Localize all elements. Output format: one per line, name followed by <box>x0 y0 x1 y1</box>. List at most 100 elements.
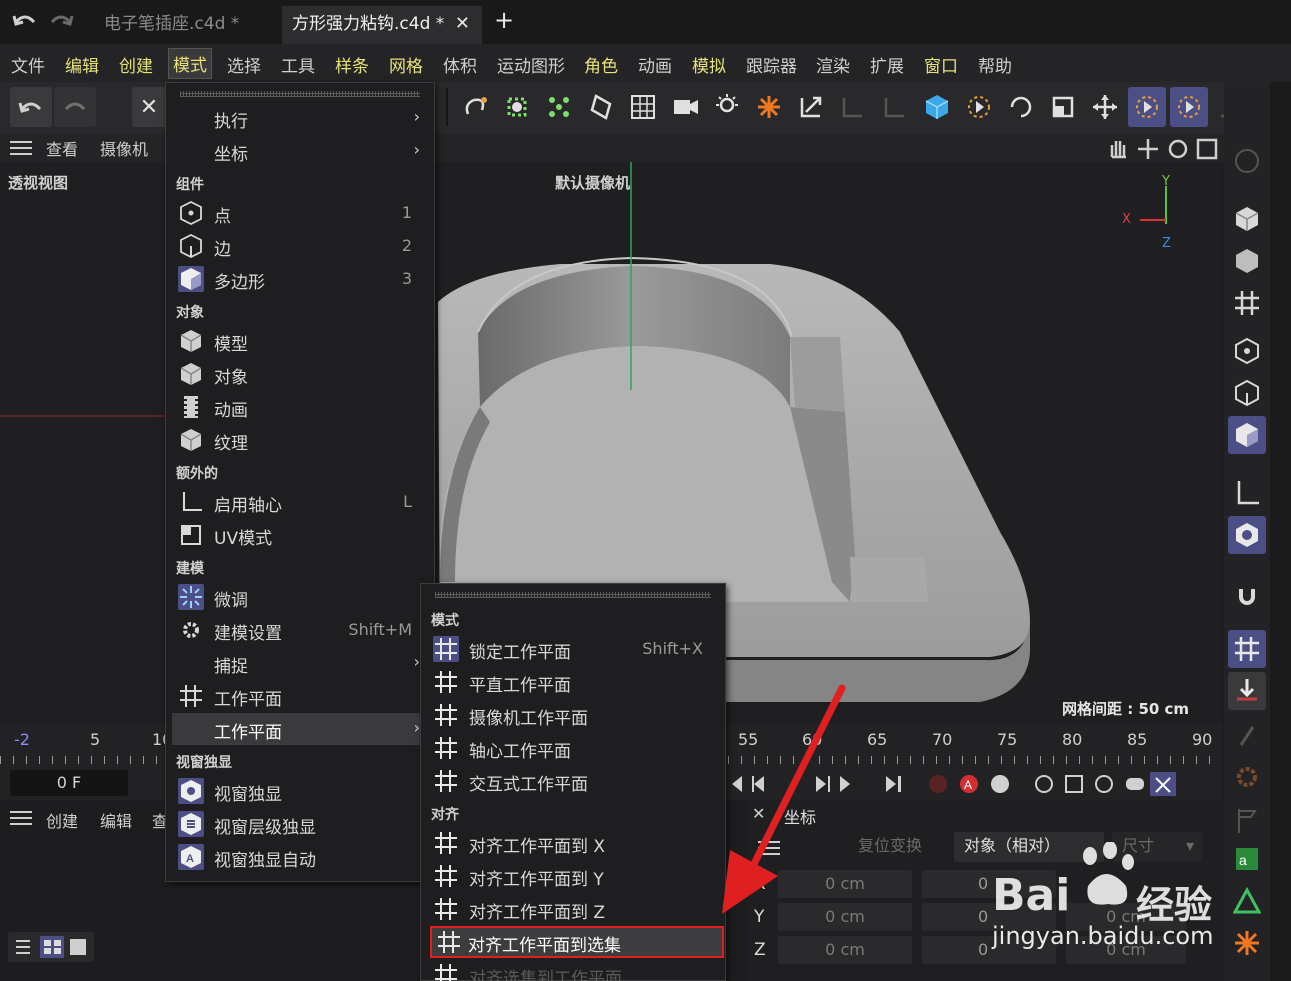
align-workplane-to-selection-highlight[interactable]: 对齐工作平面到选集 <box>430 926 724 958</box>
menu-select[interactable]: 选择 <box>227 52 261 77</box>
menu-item-5[interactable]: 多边形 3 <box>172 263 428 295</box>
undo-button[interactable] <box>10 87 52 127</box>
current-frame-field[interactable]: 0 F <box>10 770 128 796</box>
menu-tools[interactable]: 工具 <box>281 52 315 77</box>
menu-item-8[interactable]: 对象 <box>172 358 428 390</box>
menu-file[interactable]: 文件 <box>11 52 45 77</box>
menu-mode[interactable]: 模式 <box>168 48 212 79</box>
menu-item-0[interactable]: 执行 › <box>172 102 428 134</box>
script-button[interactable]: a <box>1228 840 1266 878</box>
viewport-menu-camera[interactable]: 摄像机 <box>100 136 148 160</box>
object-mode-button[interactable] <box>1228 242 1266 280</box>
edges-mode-button[interactable] <box>1228 374 1266 412</box>
menu-item-23[interactable]: A 视窗独显自动 <box>172 841 428 873</box>
move-button[interactable] <box>1086 87 1124 127</box>
pos-z-field[interactable]: 0 cm <box>778 936 912 964</box>
menu-item-11[interactable]: 对齐选集到工作平面 <box>427 959 719 981</box>
menu-item-5[interactable]: 交互式工作平面 <box>427 765 719 797</box>
menu-tracker[interactable]: 跟踪器 <box>746 52 797 77</box>
menu-item-9[interactable]: 对齐工作平面到 Z <box>427 893 719 925</box>
tab-electronic-pen[interactable]: 电子笔插座.c4d * <box>94 6 280 44</box>
points-mode-button[interactable] <box>1228 332 1266 370</box>
select-grid-points-button[interactable] <box>540 87 578 127</box>
model-mode-button[interactable] <box>1128 87 1166 127</box>
menu-spline[interactable]: 样条 <box>335 52 369 77</box>
menu-item-2[interactable]: 平直工作平面 <box>427 666 719 698</box>
menu-mesh[interactable]: 网格 <box>389 52 423 77</box>
menu-item-7[interactable]: 模型 <box>172 325 428 357</box>
menu-item-9[interactable]: 动画 <box>172 391 428 423</box>
flag-button[interactable] <box>1228 802 1266 840</box>
arrow-tool-button[interactable] <box>792 87 830 127</box>
x-axis-button[interactable]: ✕ <box>132 87 166 127</box>
workplane-lock-button[interactable] <box>1228 630 1266 668</box>
edit-button[interactable] <box>1228 142 1266 180</box>
menu-item-3[interactable]: 点1 <box>172 197 428 229</box>
menu-animate[interactable]: 动画 <box>638 52 672 77</box>
gear-tool-button[interactable] <box>1228 758 1266 796</box>
menu-item-13[interactable]: UV模式 <box>172 519 428 551</box>
select-points-button[interactable] <box>498 87 536 127</box>
joint-button[interactable] <box>1228 716 1266 754</box>
layout-switcher[interactable] <box>8 932 94 962</box>
redo-button[interactable] <box>54 87 96 127</box>
lasso-button[interactable] <box>582 87 620 127</box>
menu-item-4[interactable]: 轴心工作平面 <box>427 732 719 764</box>
menu-item-12[interactable]: 启用轴心 L <box>172 486 428 518</box>
axis-mode-button[interactable] <box>1228 474 1266 512</box>
magnet-button[interactable] <box>1228 574 1266 612</box>
menu-item-4[interactable]: 边2 <box>172 230 428 262</box>
disabled-tool-button[interactable] <box>834 87 872 127</box>
viewport-menu-view[interactable]: 查看 <box>46 136 78 160</box>
close-icon[interactable]: ✕ <box>455 6 470 42</box>
menu-item-3[interactable]: 摄像机工作平面 <box>427 699 719 731</box>
disabled-tool-button-2[interactable] <box>876 87 914 127</box>
menu-simulate[interactable]: 模拟 <box>692 52 726 77</box>
menu-item-22[interactable]: 视窗层级独显 <box>172 808 428 840</box>
reset-transform-button[interactable]: 复位变换 <box>848 832 932 862</box>
menu-mograph[interactable]: 运动图形 <box>497 52 565 77</box>
snap-down-button[interactable] <box>1228 672 1266 710</box>
hamburger-icon[interactable] <box>10 810 32 826</box>
camera-label[interactable]: 默认摄像机 <box>555 172 630 193</box>
menu-create[interactable]: 创建 <box>119 52 153 77</box>
om-menu-edit[interactable]: 编辑 <box>100 808 132 832</box>
pivot-button[interactable] <box>960 87 998 127</box>
live-select-button[interactable] <box>456 87 494 127</box>
workplane-button[interactable] <box>1228 284 1266 322</box>
symmetry-button[interactable] <box>750 87 788 127</box>
rotate-button[interactable] <box>1002 87 1040 127</box>
menu-item-18[interactable]: 工作平面 <box>172 680 428 712</box>
menu-item-7[interactable]: 对齐工作平面到 X <box>427 827 719 859</box>
viewport-nav-icons[interactable] <box>1108 137 1220 161</box>
menu-item-1[interactable]: 坐标 › <box>172 135 428 167</box>
tab-hook[interactable]: 方形强力粘钩.c4d * ✕ <box>282 6 482 44</box>
camera-st-button[interactable] <box>666 87 704 127</box>
menu-help[interactable]: 帮助 <box>978 52 1012 77</box>
menu-item-17[interactable]: 捕捉 › <box>172 647 428 679</box>
menu-character[interactable]: 角色 <box>584 52 618 77</box>
undo-icon[interactable] <box>12 12 38 32</box>
redo-icon[interactable] <box>48 12 74 32</box>
triangle-button[interactable] <box>1228 882 1266 920</box>
add-tab-button[interactable]: + <box>494 6 514 34</box>
menu-window[interactable]: 窗口 <box>924 52 958 77</box>
menu-item-10[interactable]: 纹理 <box>172 424 428 456</box>
menu-item-16[interactable]: 建模设置 Shift+M <box>172 614 428 646</box>
menu-item-8[interactable]: 对齐工作平面到 Y <box>427 860 719 892</box>
menu-item-15[interactable]: 微调 <box>172 581 428 613</box>
hamburger-icon[interactable] <box>10 140 32 156</box>
menu-item-1[interactable]: 锁定工作平面 Shift+X <box>427 633 719 665</box>
menu-edit[interactable]: 编辑 <box>65 52 99 77</box>
scale-button[interactable] <box>1044 87 1082 127</box>
menu-item-19[interactable]: 工作平面 › <box>172 713 428 745</box>
om-menu-create[interactable]: 创建 <box>46 808 78 832</box>
light-st-button[interactable] <box>708 87 746 127</box>
object-mode-button[interactable] <box>1170 87 1208 127</box>
grid-tool-button[interactable] <box>624 87 662 127</box>
polygons-mode-button[interactable] <box>1228 416 1266 454</box>
model-mode-button[interactable] <box>1228 200 1266 238</box>
menu-extensions[interactable]: 扩展 <box>870 52 904 77</box>
menu-render[interactable]: 渲染 <box>816 52 850 77</box>
explode-button[interactable] <box>1228 924 1266 962</box>
